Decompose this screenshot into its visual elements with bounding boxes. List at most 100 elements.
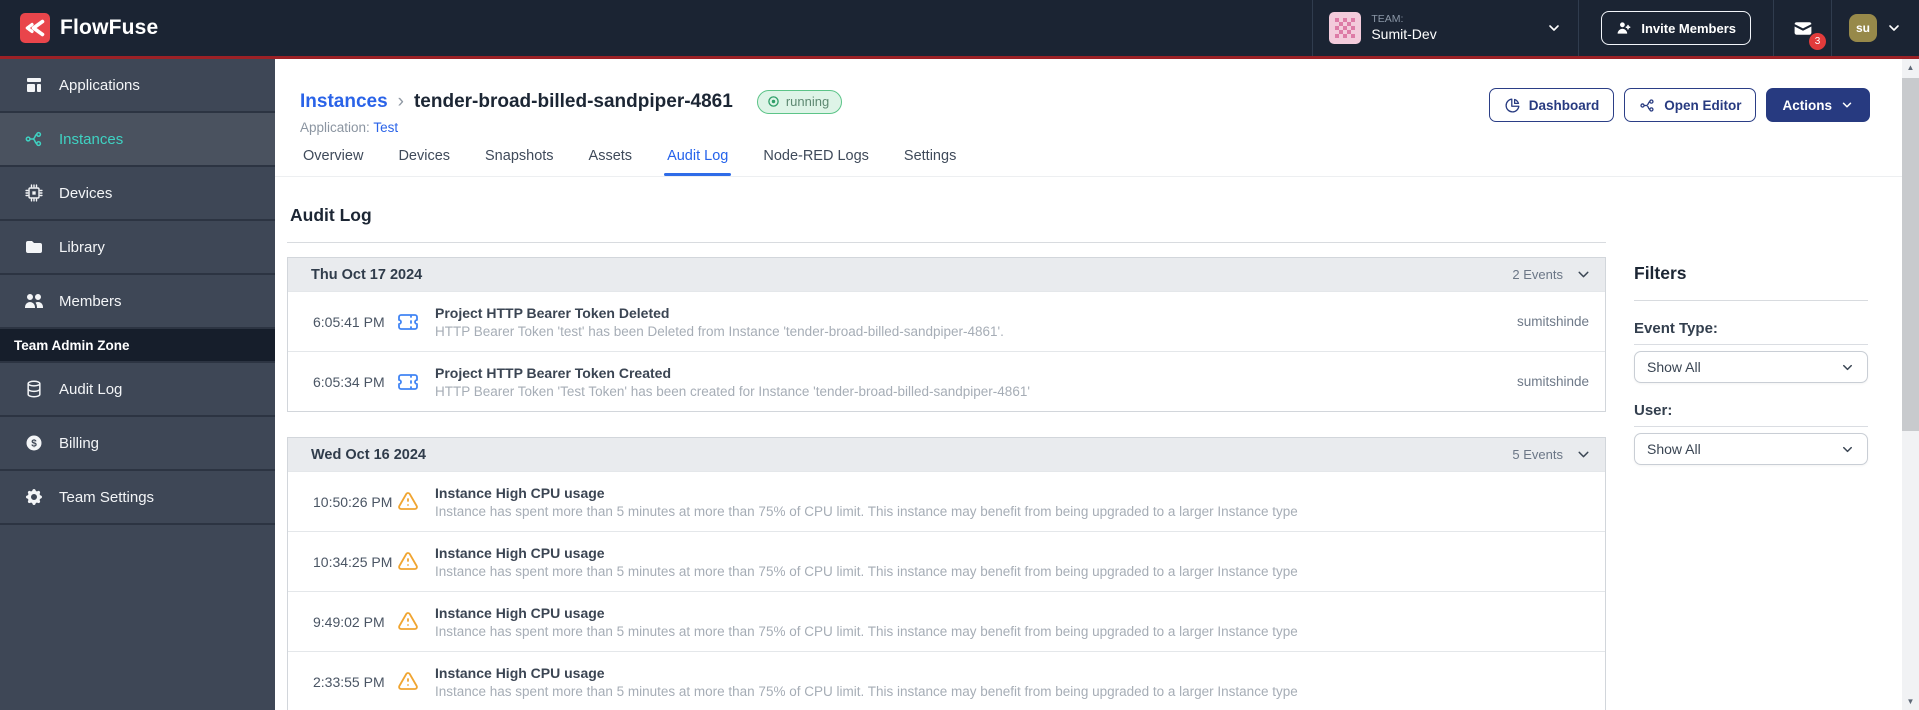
audit-event-time: 10:50:26 PM (313, 493, 393, 510)
warning-icon (396, 490, 420, 514)
team-name: Sumit-Dev (1371, 25, 1437, 42)
page-header: Instances › tender-broad-billed-sandpipe… (275, 59, 1919, 177)
sidebar-item-team-settings[interactable]: Team Settings (0, 471, 275, 525)
status-dot-icon (767, 95, 780, 108)
sidebar-item-instances[interactable]: Instances (0, 113, 275, 167)
instance-name: tender-broad-billed-sandpiper-4861 (413, 91, 733, 112)
actions-label: Actions (1782, 97, 1832, 113)
scrollbar[interactable]: ▲ ▼ (1902, 59, 1919, 710)
tab-audit-log[interactable]: Audit Log (664, 148, 732, 176)
team-settings-icon (24, 487, 44, 507)
team-selector[interactable]: TEAM: Sumit-Dev (1312, 0, 1578, 56)
invite-members-button[interactable]: Invite Members (1601, 11, 1751, 45)
avatar: su (1849, 14, 1877, 42)
tab-settings[interactable]: Settings (901, 148, 959, 176)
team-labels: TEAM: Sumit-Dev (1371, 13, 1436, 42)
instance-tabs: Overview Devices Snapshots Assets Audit … (300, 148, 1870, 176)
main-content: Instances › tender-broad-billed-sandpipe… (275, 59, 1919, 710)
audit-event-title: Project HTTP Bearer Token Created (435, 364, 672, 381)
audit-day-date: Thu Oct 17 2024 (311, 266, 423, 283)
dashboard-button[interactable]: Dashboard (1488, 88, 1615, 122)
application-label: Application: (300, 120, 370, 135)
audit-event-body: Project HTTP Bearer Token Deleted HTTP B… (435, 305, 1497, 339)
audit-day-count: 2 Events (1512, 267, 1563, 282)
tab-overview[interactable]: Overview (300, 148, 366, 176)
open-editor-button[interactable]: Open Editor (1624, 88, 1757, 122)
chevron-down-icon[interactable] (1575, 266, 1592, 283)
tab-assets[interactable]: Assets (586, 148, 636, 176)
user-filter-label: User: (1634, 403, 1868, 427)
audit-log-section: Audit Log Thu Oct 17 2024 2 Events 6:05:… (287, 177, 1606, 710)
user-select[interactable]: Show All (1634, 433, 1868, 465)
sidebar-item-label: Library (59, 238, 105, 256)
scrollbar-down-arrow[interactable]: ▼ (1902, 693, 1919, 710)
sidebar-item-label: Billing (59, 434, 100, 452)
chevron-down-icon (1840, 360, 1855, 375)
notifications-button[interactable]: 3 (1773, 0, 1831, 56)
instances-icon (24, 129, 44, 149)
audit-event-title: Instance High CPU usage (435, 544, 605, 561)
user-menu[interactable]: su (1831, 0, 1919, 56)
header-actions: Dashboard Open Editor Actions (1488, 88, 1870, 122)
audit-event-row: 2:33:55 PM Instance High CPU usage Insta… (288, 651, 1605, 710)
user-filter-value: Show All (1647, 441, 1701, 457)
library-icon (24, 237, 44, 257)
audit-day-group: Thu Oct 17 2024 2 Events 6:05:41 PM Proj… (287, 257, 1606, 412)
flowfuse-logo[interactable]: FlowFuse (0, 0, 158, 56)
filters-panel: Filters Event Type: Show All User: Show … (1634, 177, 1868, 710)
sidebar-item-billing[interactable]: $ Billing (0, 417, 275, 471)
status-badge: running (756, 90, 843, 114)
user-add-icon (1616, 20, 1632, 36)
warning-icon (396, 670, 420, 694)
audit-event-title: Instance High CPU usage (435, 664, 605, 681)
content-row: Audit Log Thu Oct 17 2024 2 Events 6:05:… (275, 177, 1919, 710)
audit-event-user: sumitshinde (1516, 314, 1589, 329)
sidebar-item-applications[interactable]: Applications (0, 59, 275, 113)
audit-event-time: 10:34:25 PM (313, 553, 393, 570)
audit-event-time: 6:05:41 PM (313, 313, 385, 330)
sidebar-item-audit-log[interactable]: Audit Log (0, 363, 275, 417)
section-title: Audit Log (290, 205, 372, 225)
invite-members-section: Invite Members (1578, 0, 1773, 56)
audit-day-header[interactable]: Wed Oct 16 2024 5 Events (288, 438, 1605, 471)
team-avatar (1329, 12, 1362, 44)
sidebar-item-library[interactable]: Library (0, 221, 275, 275)
audit-event-row: 6:05:34 PM Project HTTP Bearer Token Cre… (288, 351, 1605, 411)
sidebar-item-devices[interactable]: Devices (0, 167, 275, 221)
audit-event-description: Instance has spent more than 5 minutes a… (435, 623, 1298, 639)
filters-divider (1634, 300, 1868, 301)
audit-event-title: Instance High CPU usage (435, 484, 605, 501)
node-editor-icon (1639, 97, 1656, 114)
audit-event-row: 10:50:26 PM Instance High CPU usage Inst… (288, 471, 1605, 531)
sidebar-item-label: Members (59, 292, 122, 310)
event-type-select[interactable]: Show All (1634, 351, 1868, 383)
audit-event-time: 9:49:02 PM (313, 613, 385, 630)
application-row: Application: Test (300, 120, 1870, 135)
chevron-down-icon[interactable] (1575, 446, 1592, 463)
tab-devices[interactable]: Devices (395, 148, 453, 176)
sidebar-item-members[interactable]: Members (0, 275, 275, 329)
dashboard-label: Dashboard (1528, 97, 1600, 113)
audit-day-header[interactable]: Thu Oct 17 2024 2 Events (288, 258, 1605, 291)
chevron-down-icon (1840, 98, 1854, 112)
breadcrumb-instances-link[interactable]: Instances (300, 91, 388, 113)
audit-event-body: Instance High CPU usage Instance has spe… (435, 485, 1569, 519)
scrollbar-thumb[interactable] (1902, 78, 1919, 431)
chevron-down-icon (1840, 442, 1855, 457)
event-type-label: Event Type: (1634, 321, 1868, 345)
audit-event-title: Project HTTP Bearer Token Deleted (435, 304, 670, 321)
audit-day-count: 5 Events (1512, 447, 1563, 462)
accent-divider (0, 56, 1919, 59)
topbar-right: TEAM: Sumit-Dev Invite Members 3 su (1312, 0, 1919, 56)
tab-snapshots[interactable]: Snapshots (482, 148, 557, 176)
chevron-down-icon (1546, 20, 1562, 36)
token-icon (396, 370, 420, 394)
team-admin-zone-label: Team Admin Zone (0, 329, 275, 363)
audit-event-description: HTTP Bearer Token 'Test Token' has been … (435, 383, 1030, 399)
application-link[interactable]: Test (373, 120, 398, 135)
tab-node-red-logs[interactable]: Node-RED Logs (760, 148, 872, 176)
audit-log-icon (24, 379, 44, 399)
actions-button[interactable]: Actions (1766, 88, 1870, 122)
audit-event-body: Project HTTP Bearer Token Created HTTP B… (435, 365, 1497, 399)
scrollbar-up-arrow[interactable]: ▲ (1902, 59, 1919, 76)
